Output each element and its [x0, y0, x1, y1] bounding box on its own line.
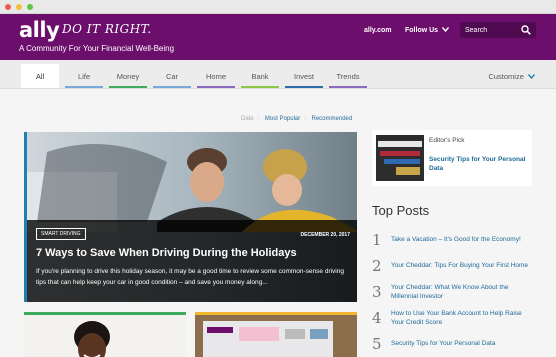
- ally-com-link[interactable]: ally.com: [364, 27, 392, 34]
- tab-invest[interactable]: Invest: [285, 64, 323, 88]
- editors-pick-label: Editor's Pick: [429, 137, 465, 144]
- tab-life[interactable]: Life: [65, 64, 103, 88]
- top-post-number: 1: [372, 231, 382, 249]
- top-post-number: 2: [372, 257, 382, 275]
- tab-label: Trends: [336, 72, 360, 81]
- top-post-number: 4: [372, 309, 382, 327]
- tab-label: All: [35, 72, 45, 81]
- browser-window: ally DO IT RIGHT. A Community For Your F…: [0, 0, 556, 357]
- tab-underline: [109, 86, 147, 88]
- close-window-dot[interactable]: [5, 3, 11, 10]
- window-titlebar: [0, 0, 556, 14]
- site-tagline: A Community For Your Financial Well-Bein…: [19, 44, 175, 53]
- search-box[interactable]: [460, 22, 536, 38]
- brand-slogan: DO IT RIGHT.: [62, 22, 152, 36]
- tab-all[interactable]: All: [21, 64, 59, 88]
- editors-pick-title[interactable]: Security Tips for Your Personal Data: [429, 155, 527, 173]
- article-excerpt: If you're planning to drive this holiday…: [36, 268, 344, 286]
- follow-us-label: Follow Us: [405, 27, 439, 34]
- top-post-number: 3: [372, 283, 382, 301]
- tab-underline: [65, 86, 103, 88]
- site-header: ally DO IT RIGHT. A Community For Your F…: [0, 14, 556, 60]
- tab-label: Invest: [293, 72, 314, 81]
- top-post-number: 5: [372, 335, 382, 353]
- tab-underline: [329, 86, 367, 88]
- search-input[interactable]: [465, 26, 519, 34]
- tab-label: Life: [77, 72, 91, 81]
- article-card-thumbnail[interactable]: [24, 312, 186, 357]
- customize-button[interactable]: Customize: [488, 72, 536, 81]
- category-tag[interactable]: SMART DRIVING: [36, 228, 86, 240]
- tab-bank[interactable]: Bank: [241, 64, 279, 88]
- tab-label: Money: [116, 72, 140, 81]
- maximize-window-dot[interactable]: [27, 3, 33, 10]
- editors-pick-image: [376, 135, 424, 181]
- divider: |: [257, 116, 260, 122]
- customize-label: Customize: [488, 72, 524, 81]
- chevron-down-icon: [527, 74, 536, 80]
- top-post-link[interactable]: Your Cheddar: What We Know About the Mil…: [391, 284, 536, 301]
- article-date: DECEMBER 20, 2017: [300, 232, 350, 238]
- sort-recommended[interactable]: Recommended: [312, 116, 353, 122]
- top-post-link[interactable]: Take a Vacation – It's Good for the Econ…: [391, 236, 536, 245]
- tab-underline: [197, 86, 235, 88]
- category-tabs: All Life Money Car Home Bank Invest Tren…: [0, 60, 556, 89]
- tab-trends[interactable]: Trends: [329, 64, 367, 88]
- sort-most-popular[interactable]: Most Popular: [265, 116, 300, 122]
- sort-date[interactable]: Date: [241, 116, 254, 122]
- editors-pick-card[interactable]: Editor's Pick Security Tips for Your Per…: [372, 130, 532, 186]
- featured-article[interactable]: SMART DRIVING DECEMBER 20, 2017 7 Ways t…: [24, 132, 357, 302]
- article-card-thumbnail[interactable]: [195, 312, 357, 357]
- article-title[interactable]: 7 Ways to Save When Driving During the H…: [36, 247, 297, 259]
- person-photo: [24, 315, 186, 357]
- top-post-link[interactable]: How to Use Your Bank Account to Help Rai…: [391, 310, 536, 327]
- minimize-window-dot[interactable]: [16, 3, 22, 10]
- tab-home[interactable]: Home: [197, 64, 235, 88]
- search-icon[interactable]: [521, 25, 531, 35]
- tab-underline: [241, 86, 279, 88]
- top-post-link[interactable]: Your Cheddar: Tips For Buying Your First…: [391, 262, 536, 271]
- ally-logo[interactable]: ally: [19, 18, 60, 42]
- divider: |: [304, 116, 306, 122]
- top-posts-heading: Top Posts: [372, 203, 430, 218]
- tab-car[interactable]: Car: [153, 64, 191, 88]
- tab-underline: [285, 86, 323, 88]
- follow-us-menu[interactable]: Follow Us: [405, 27, 450, 34]
- chevron-down-icon: [441, 27, 450, 33]
- sort-options: Date | Most Popular | Recommended: [241, 116, 356, 122]
- tab-label: Bank: [251, 72, 269, 81]
- tab-label: Home: [205, 72, 226, 81]
- laptop-photo: [195, 315, 357, 357]
- top-post-link[interactable]: Security Tips for Your Personal Data: [391, 340, 536, 349]
- tab-label: Car: [165, 72, 179, 81]
- tab-money[interactable]: Money: [109, 64, 147, 88]
- tab-underline: [153, 86, 191, 88]
